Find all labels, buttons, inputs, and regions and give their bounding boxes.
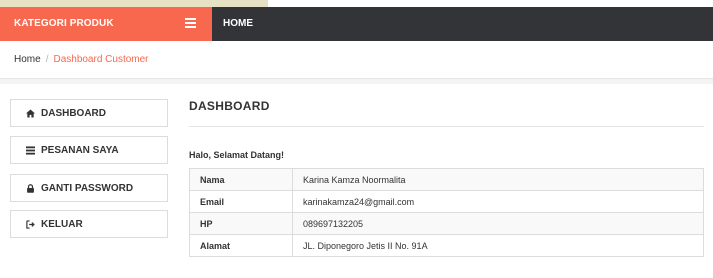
- field-label: Nama: [189, 168, 293, 191]
- sidebar-item-dashboard[interactable]: DASHBOARD: [10, 99, 168, 127]
- sidebar-item-label: KELUAR: [41, 219, 83, 230]
- table-row: Email karinakamza24@gmail.com: [189, 190, 704, 213]
- sidebar-item-pesanan-saya[interactable]: PESANAN SAYA: [10, 136, 168, 164]
- page-title: DASHBOARD: [189, 99, 270, 113]
- field-label: Email: [189, 190, 293, 213]
- lock-icon: [27, 184, 34, 193]
- sidebar-item-label: PESANAN SAYA: [41, 145, 119, 156]
- category-menu-label: KATEGORI PRODUK: [14, 18, 114, 29]
- sidebar-item-ganti-password[interactable]: GANTI PASSWORD: [10, 174, 168, 202]
- breadcrumb-current: Dashboard Customer: [53, 54, 149, 65]
- field-value: karinakamza24@gmail.com: [292, 190, 704, 213]
- field-value: 089697132205: [292, 212, 704, 235]
- customer-info-table: Nama Karina Kamza Noormalita Email karin…: [189, 168, 704, 257]
- home-icon: [26, 109, 35, 118]
- title-divider: [189, 126, 704, 127]
- table-row: Nama Karina Kamza Noormalita: [189, 168, 704, 191]
- category-menu-button[interactable]: KATEGORI PRODUK: [0, 7, 212, 41]
- breadcrumb: Home / Dashboard Customer: [0, 41, 713, 79]
- table-row: Alamat JL. Diponegoro Jetis II No. 91A: [189, 234, 704, 257]
- sidebar-item-label: DASHBOARD: [41, 108, 106, 119]
- navbar: KATEGORI PRODUK HOME: [0, 7, 713, 41]
- sidebar-item-keluar[interactable]: KELUAR: [10, 210, 168, 238]
- field-label: HP: [189, 212, 293, 235]
- list-icon: [26, 146, 35, 155]
- field-value: Karina Kamza Noormalita: [292, 168, 704, 191]
- nav-home-link[interactable]: HOME: [223, 18, 253, 29]
- breadcrumb-separator: /: [45, 54, 49, 65]
- field-value: JL. Diponegoro Jetis II No. 91A: [292, 234, 704, 257]
- greeting-text: Halo, Selamat Datang!: [189, 150, 285, 160]
- sign-out-icon: [26, 220, 35, 229]
- table-row: HP 089697132205: [189, 212, 704, 235]
- top-strip-highlight: [0, 0, 268, 7]
- hamburger-menu-icon[interactable]: [185, 18, 196, 29]
- breadcrumb-home-link[interactable]: Home: [14, 54, 41, 65]
- top-strip: [0, 0, 713, 7]
- field-label: Alamat: [189, 234, 293, 257]
- sidebar-item-label: GANTI PASSWORD: [41, 183, 134, 194]
- content-divider-band: [0, 79, 713, 84]
